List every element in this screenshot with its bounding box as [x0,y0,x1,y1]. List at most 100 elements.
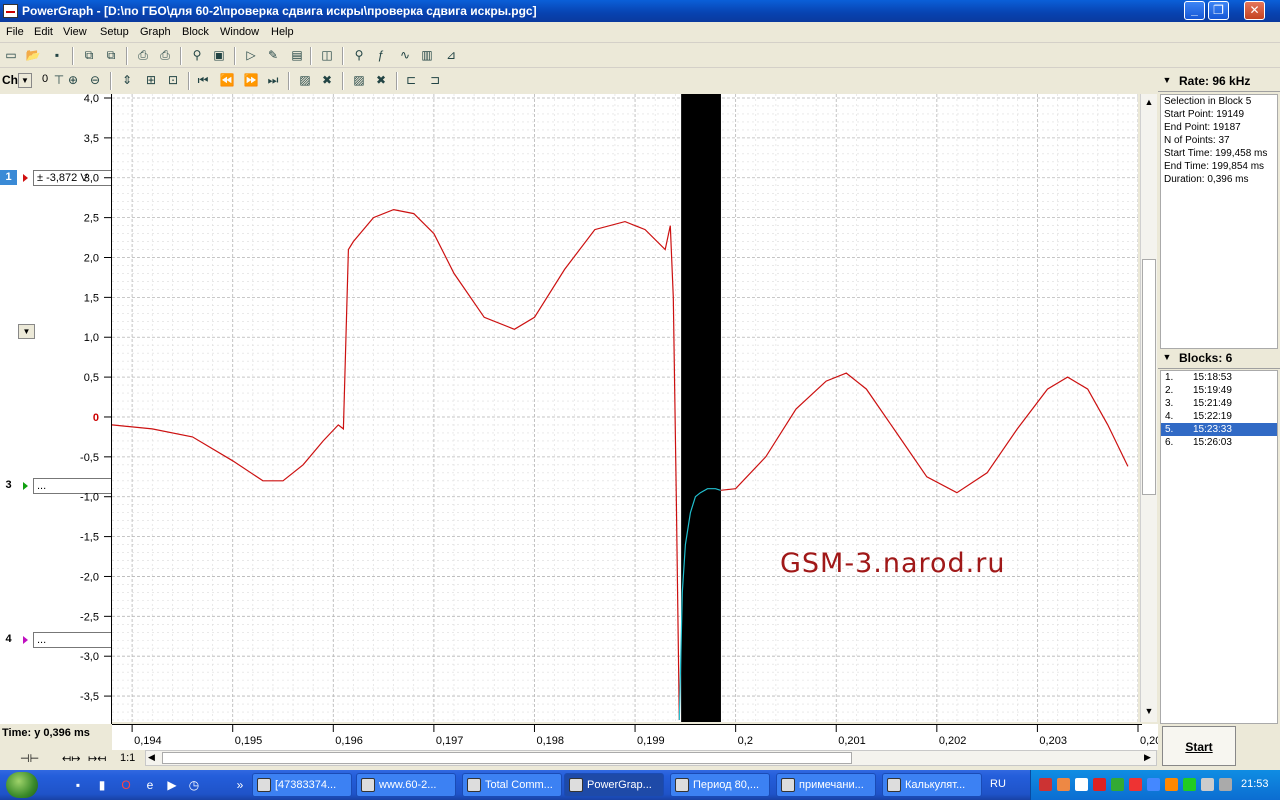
paste-icon[interactable]: ⧉ [102,47,120,64]
restore-button[interactable]: ❐ [1208,1,1229,20]
tray-firefox-icon[interactable] [1165,778,1178,791]
block-item[interactable]: 4. 15:22:19 [1161,410,1277,423]
pen-icon[interactable]: ✎ [264,47,282,64]
scroll-left-icon[interactable]: ◀ [148,752,155,763]
save-icon[interactable]: ▪ [48,47,66,64]
graph-settings-icon[interactable]: ◫ [318,47,336,64]
histogram-icon[interactable]: ▥ [418,47,436,64]
taskbar-item[interactable]: PowerGrap... [564,773,664,797]
graph-plot-area[interactable]: GSM-3.narod.ru [112,94,1138,722]
device-icon[interactable]: ▣ [210,47,228,64]
display-icon[interactable]: ▤ [288,47,306,64]
vertical-scroll-thumb[interactable] [1142,259,1156,495]
blocks-dropdown-icon[interactable]: ▼ [1160,352,1174,364]
new-file-icon[interactable]: ▭ [2,47,20,64]
language-indicator[interactable]: RU [990,778,1006,790]
taskbar-item[interactable]: www.60-2... [356,773,456,797]
last-icon[interactable]: ⏭ [264,72,282,89]
zoom-ratio[interactable]: 1:1 [120,752,135,764]
rate-dropdown-icon[interactable]: ▼ [1160,75,1174,87]
expand-horizontal-icon[interactable]: ↤↦ [62,752,80,765]
app-icon[interactable] [3,4,18,18]
delete-block-icon[interactable]: ✖ [318,72,336,89]
pin-icon[interactable]: ⊣⊢ [20,752,39,765]
waveform-chart[interactable]: GSM-3.narod.ru [112,94,1138,722]
horizontal-scroll-thumb[interactable] [162,752,852,764]
menu-block[interactable]: Block [182,26,209,38]
start-button[interactable]: Start [1162,726,1236,766]
windows-start-orb[interactable] [6,772,38,798]
rewind-icon[interactable]: ⏪ [218,72,236,89]
menu-edit[interactable]: Edit [34,26,53,38]
play-record-icon[interactable]: ▷ [242,47,260,64]
block-item[interactable]: 1. 15:18:53 [1161,371,1277,384]
tray-wifi-icon[interactable] [1183,778,1196,791]
tray-app-icon[interactable] [1111,778,1124,791]
taskbar-item[interactable]: Период 80,... [670,773,770,797]
forward-icon[interactable]: ⏩ [242,72,260,89]
copy-icon[interactable]: ⧉ [80,47,98,64]
block-item[interactable]: 3. 15:21:49 [1161,397,1277,410]
block-item[interactable]: 6. 15:26:03 [1161,436,1277,449]
print-preview-icon[interactable]: ⎙ [156,47,174,64]
menu-view[interactable]: View [63,26,87,38]
horizontal-scrollbar[interactable]: ◀ ▶ [145,750,1157,766]
chart-icon[interactable]: ∿ [396,47,414,64]
zoom-in-icon[interactable]: ⊕ [64,72,82,89]
vertical-scrollbar[interactable]: ▲ ▼ [1140,94,1157,722]
quicklaunch-media-icon[interactable]: ▶ [164,777,180,793]
x-tick-label: 0,203 [1039,735,1067,747]
menu-window[interactable]: Window [220,26,259,38]
shrink-horizontal-icon[interactable]: ↦↤ [88,752,106,765]
zoom-out-icon[interactable]: ⊖ [86,72,104,89]
select-block-icon[interactable]: ▨ [296,72,314,89]
blocks-header: ▼ Blocks: 6 [1158,347,1280,369]
open-folder-icon[interactable]: 📂 [24,47,42,64]
quicklaunch-book-icon[interactable]: ▮ [94,777,110,793]
taskbar-item[interactable]: Калькулят... [882,773,982,797]
copy-block-icon[interactable]: ▨ [350,72,368,89]
menu-help[interactable]: Help [271,26,294,38]
shrink-icon[interactable]: ⊐ [426,72,444,89]
autoscale-icon[interactable]: ⊡ [164,72,182,89]
quicklaunch-opera-icon[interactable]: O [118,777,134,793]
taskbar-item[interactable]: примечани... [776,773,876,797]
quicklaunch-save-icon[interactable]: ▪ [70,777,86,793]
quicklaunch-clock-icon[interactable]: ◷ [186,777,202,793]
taskbar-item[interactable]: [47383374... [252,773,352,797]
spectrum-icon[interactable]: ⊿ [442,47,460,64]
menu-graph[interactable]: Graph [140,26,171,38]
fft-icon[interactable]: ƒ [372,47,390,64]
menu-file[interactable]: File [6,26,24,38]
expand-icon[interactable]: ⊏ [402,72,420,89]
cut-block-icon[interactable]: ✖ [372,72,390,89]
vertical-scale-icon[interactable]: ⇕ [118,72,136,89]
close-button[interactable]: ✕ [1244,1,1265,20]
tray-display-icon[interactable] [1219,778,1232,791]
tray-network-icon[interactable] [1039,778,1052,791]
channel-dropdown-icon[interactable]: ▼ [18,73,32,88]
tray-antivirus-icon[interactable] [1093,778,1106,791]
minimize-button[interactable]: _ [1184,1,1205,20]
tray-power-icon[interactable] [1201,778,1214,791]
tray-volume-icon[interactable] [1057,778,1070,791]
menu-setup[interactable]: Setup [100,26,129,38]
first-icon[interactable]: ⏮ [194,72,212,89]
quicklaunch-ie-icon[interactable]: e [142,777,158,793]
search-zoom-icon[interactable]: ⚲ [350,47,368,64]
block-item[interactable]: 2. 15:19:49 [1161,384,1277,397]
block-number: 6. [1165,437,1174,448]
fit-icon[interactable]: ⊞ [142,72,160,89]
tray-opera-icon[interactable] [1129,778,1142,791]
scroll-up-icon[interactable]: ▲ [1143,97,1155,109]
block-time: 15:19:49 [1193,385,1232,396]
tray-speaker-icon[interactable] [1075,778,1088,791]
tray-update-icon[interactable] [1147,778,1160,791]
scroll-down-icon[interactable]: ▼ [1143,706,1155,718]
block-item[interactable]: 5. 15:23:33 [1161,423,1277,436]
taskbar-item[interactable]: Total Comm... [462,773,562,797]
print-icon[interactable]: ⎙ [134,47,152,64]
scroll-right-icon[interactable]: ▶ [1144,752,1151,763]
connect-icon[interactable]: ⚲ [188,47,206,64]
quicklaunch-overflow-icon[interactable]: » [232,777,248,793]
